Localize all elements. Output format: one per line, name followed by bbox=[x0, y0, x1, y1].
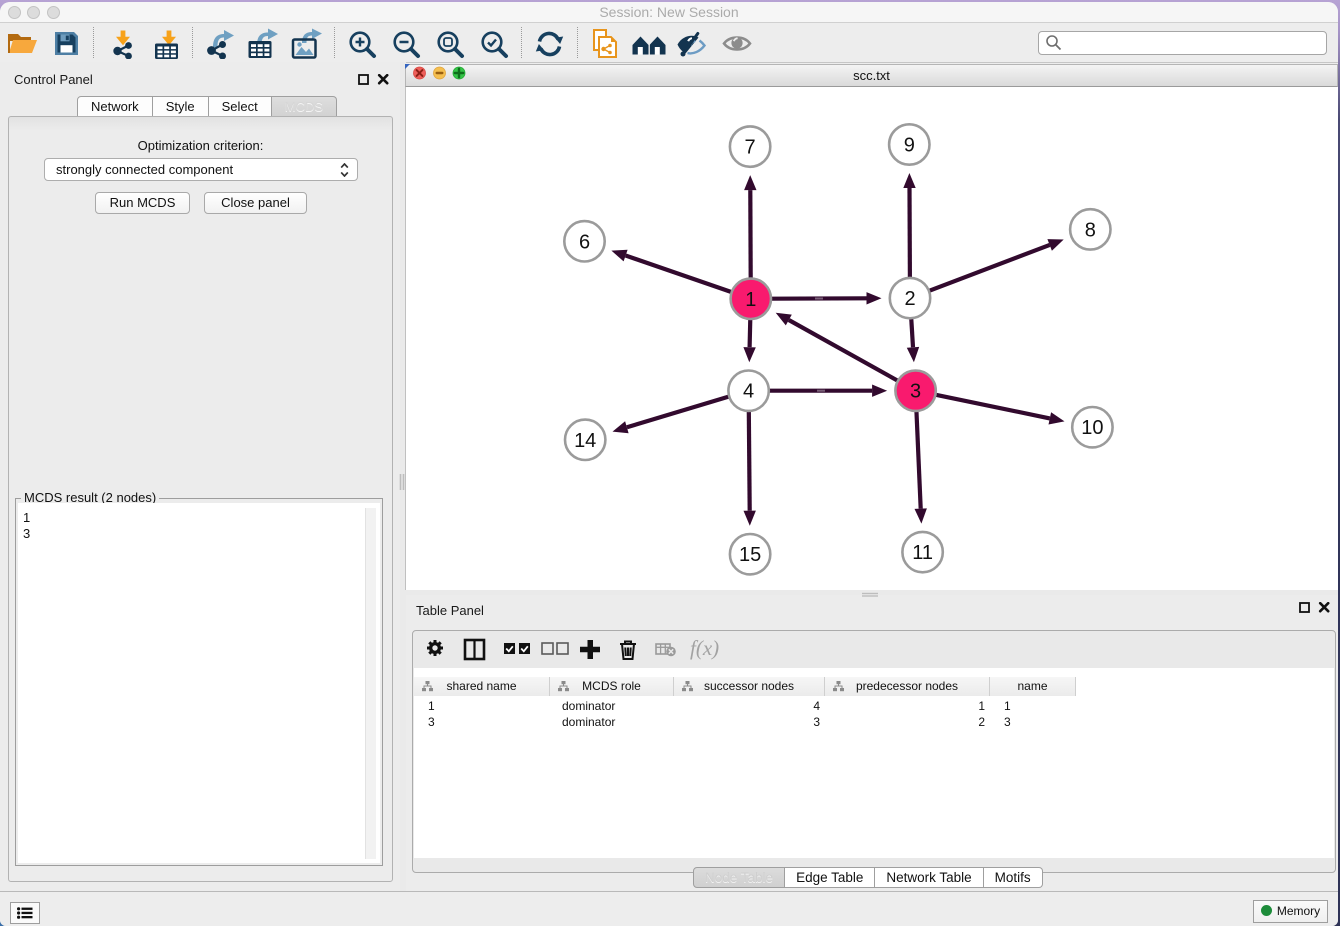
svg-text:10: 10 bbox=[1081, 417, 1103, 439]
svg-text:7: 7 bbox=[745, 137, 756, 159]
svg-text:8: 8 bbox=[1085, 219, 1096, 241]
svg-text:f(x): f(x) bbox=[690, 636, 719, 660]
svg-text:11: 11 bbox=[912, 542, 933, 564]
svg-text:6: 6 bbox=[579, 231, 590, 253]
svg-text:4: 4 bbox=[743, 381, 754, 403]
svg-text:15: 15 bbox=[739, 544, 761, 566]
svg-text:14: 14 bbox=[574, 430, 596, 452]
svg-text:1: 1 bbox=[745, 289, 756, 311]
svg-text:2: 2 bbox=[904, 288, 915, 310]
svg-text:3: 3 bbox=[910, 381, 921, 403]
svg-text:9: 9 bbox=[904, 135, 915, 157]
